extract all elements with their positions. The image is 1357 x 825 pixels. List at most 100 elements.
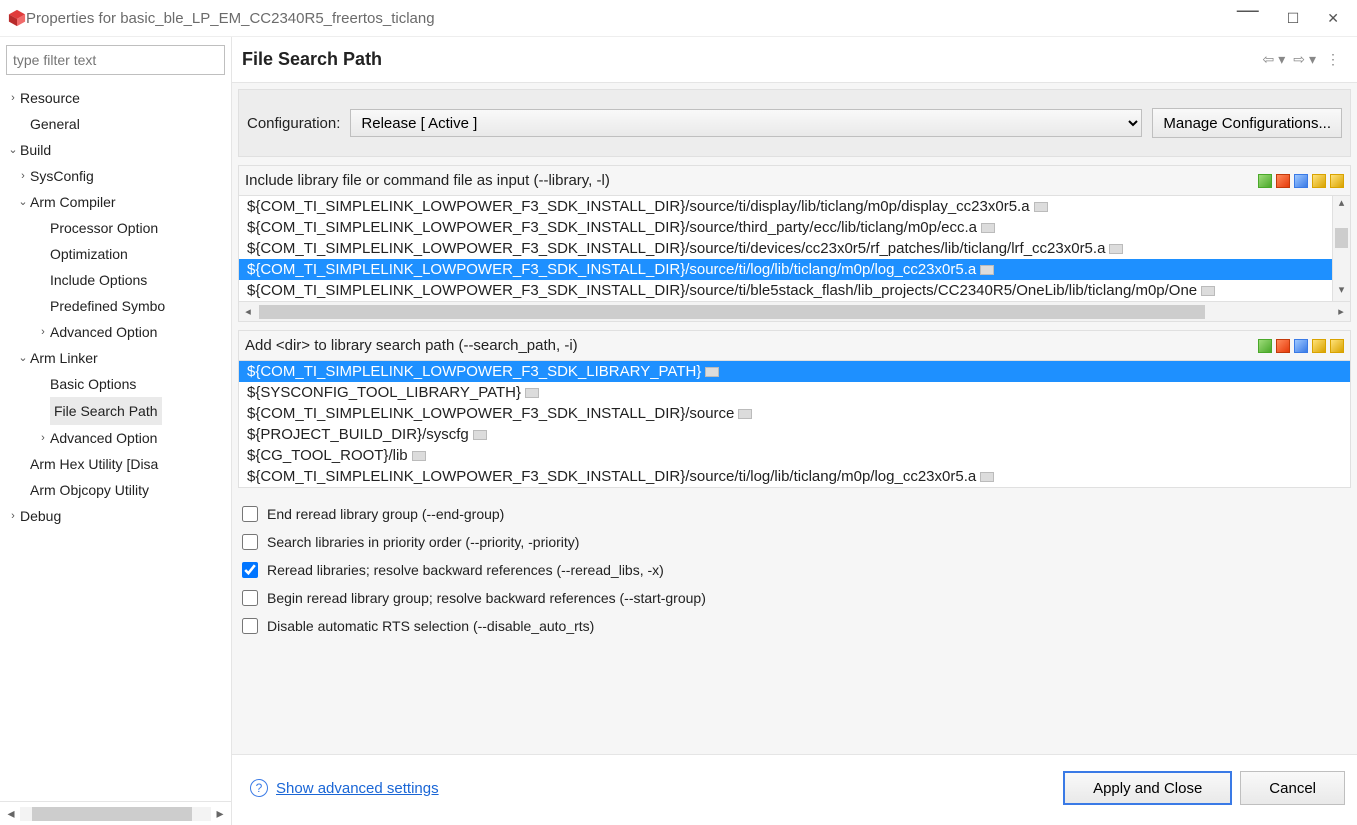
chevron-down-icon[interactable]: ⌄ [16, 189, 30, 215]
list-item[interactable]: ${COM_TI_SIMPLELINK_LOWPOWER_F3_SDK_INST… [239, 280, 1350, 301]
sidebar: ›Resource›General⌄Build›SysConfig⌄Arm Co… [0, 37, 232, 825]
configuration-select[interactable]: Release [ Active ] [350, 109, 1142, 137]
priority-input[interactable] [242, 534, 258, 550]
edit-icon[interactable] [1294, 339, 1308, 353]
tree-item[interactable]: ⌄Build [2, 137, 231, 163]
chevron-right-icon[interactable]: › [16, 163, 30, 189]
tree-item-label: Arm Compiler [30, 189, 116, 215]
list-item[interactable]: ${COM_TI_SIMPLELINK_LOWPOWER_F3_SDK_INST… [239, 217, 1350, 238]
tree-item-label: Advanced Option [50, 425, 157, 451]
nav-forward-dropdown-icon[interactable]: ▾ [1309, 51, 1316, 68]
window-title: Properties for basic_ble_LP_EM_CC2340R5_… [26, 10, 1237, 27]
list-item[interactable]: ${COM_TI_SIMPLELINK_LOWPOWER_F3_SDK_INST… [239, 259, 1350, 280]
library-section-label: Include library file or command file as … [245, 172, 1258, 189]
tree-item[interactable]: ›General [2, 111, 231, 137]
tree-item-label: General [30, 111, 80, 137]
scroll-up-icon[interactable]: ▴ [1333, 196, 1350, 214]
tree-item[interactable]: ›Resource [2, 85, 231, 111]
tree-item[interactable]: ›Include Options [2, 267, 231, 293]
tree-item[interactable]: ›Advanced Option [2, 425, 231, 451]
nav-back-icon[interactable]: ⇦ [1262, 51, 1274, 68]
tree-item[interactable]: ›Basic Options [2, 371, 231, 397]
list-item[interactable]: ${COM_TI_SIMPLELINK_LOWPOWER_F3_SDK_INST… [239, 238, 1350, 259]
nav-tree[interactable]: ›Resource›General⌄Build›SysConfig⌄Arm Co… [0, 83, 231, 801]
variable-badge-icon [980, 472, 994, 482]
apply-and-close-button[interactable]: Apply and Close [1063, 771, 1232, 805]
minimize-button[interactable]: — [1237, 6, 1259, 23]
variable-badge-icon [525, 388, 539, 398]
cancel-button[interactable]: Cancel [1240, 771, 1345, 805]
tree-item[interactable]: ⌄Arm Linker [2, 345, 231, 371]
tree-item-label: Resource [20, 85, 80, 111]
chevron-right-icon[interactable]: › [6, 503, 20, 529]
library-vscrollbar[interactable]: ▴ ▾ [1332, 196, 1350, 301]
list-item[interactable]: ${COM_TI_SIMPLELINK_LOWPOWER_F3_SDK_LIBR… [239, 361, 1350, 382]
scroll-left-icon[interactable]: ◂ [239, 305, 257, 318]
chevron-down-icon[interactable]: ⌄ [6, 137, 20, 163]
tree-item[interactable]: ›SysConfig [2, 163, 231, 189]
scroll-right-icon[interactable]: ▸ [213, 805, 227, 822]
delete-icon[interactable] [1276, 339, 1290, 353]
maximize-button[interactable]: ☐ [1287, 10, 1300, 27]
chevron-right-icon[interactable]: › [36, 425, 50, 451]
tree-item[interactable]: ⌄Arm Compiler [2, 189, 231, 215]
start-group-input[interactable] [242, 590, 258, 606]
tree-item[interactable]: ›Optimization [2, 241, 231, 267]
tree-item-label: Optimization [50, 241, 128, 267]
move-up-icon[interactable] [1312, 174, 1326, 188]
tree-item[interactable]: ›Processor Option [2, 215, 231, 241]
tree-item[interactable]: ›Debug [2, 503, 231, 529]
nav-back-dropdown-icon[interactable]: ▾ [1278, 51, 1285, 68]
show-advanced-link[interactable]: Show advanced settings [276, 780, 439, 797]
tree-item-label: Predefined Symbo [50, 293, 165, 319]
variable-badge-icon [738, 409, 752, 419]
end-group-input[interactable] [242, 506, 258, 522]
list-item[interactable]: ${COM_TI_SIMPLELINK_LOWPOWER_F3_SDK_INST… [239, 466, 1350, 487]
chevron-down-icon[interactable]: ⌄ [16, 345, 30, 371]
close-button[interactable]: ✕ [1327, 10, 1339, 27]
tree-item-label: Arm Hex Utility [Disa [30, 451, 158, 477]
move-down-icon[interactable] [1330, 339, 1344, 353]
tree-item[interactable]: ›File Search Path [2, 397, 231, 425]
list-item[interactable]: ${PROJECT_BUILD_DIR}/syscfg [239, 424, 1350, 445]
library-listbox[interactable]: ${COM_TI_SIMPLELINK_LOWPOWER_F3_SDK_INST… [239, 196, 1350, 301]
tree-item[interactable]: ›Advanced Option [2, 319, 231, 345]
edit-icon[interactable] [1294, 174, 1308, 188]
start-group-checkbox[interactable]: Begin reread library group; resolve back… [238, 584, 1351, 612]
delete-icon[interactable] [1276, 174, 1290, 188]
filter-input[interactable] [6, 45, 225, 75]
add-icon[interactable] [1258, 339, 1272, 353]
reread-input[interactable] [242, 562, 258, 578]
add-icon[interactable] [1258, 174, 1272, 188]
tree-item[interactable]: ›Arm Hex Utility [Disa [2, 451, 231, 477]
searchpath-section-label: Add <dir> to library search path (--sear… [245, 337, 1258, 354]
chevron-right-icon[interactable]: › [6, 85, 20, 111]
tree-item[interactable]: ›Predefined Symbo [2, 293, 231, 319]
manage-configurations-button[interactable]: Manage Configurations... [1152, 108, 1342, 138]
tree-item-label: Arm Linker [30, 345, 98, 371]
chevron-right-icon[interactable]: › [36, 319, 50, 345]
list-item[interactable]: ${SYSCONFIG_TOOL_LIBRARY_PATH} [239, 382, 1350, 403]
tree-item[interactable]: ›Arm Objcopy Utility [2, 477, 231, 503]
help-icon[interactable]: ? [250, 779, 268, 797]
scroll-right-icon[interactable]: ▸ [1332, 305, 1350, 318]
scroll-left-icon[interactable]: ◂ [4, 805, 18, 822]
move-down-icon[interactable] [1330, 174, 1344, 188]
list-item[interactable]: ${COM_TI_SIMPLELINK_LOWPOWER_F3_SDK_INST… [239, 196, 1350, 217]
scroll-down-icon[interactable]: ▾ [1333, 283, 1350, 301]
priority-checkbox[interactable]: Search libraries in priority order (--pr… [238, 528, 1351, 556]
list-item[interactable]: ${CG_TOOL_ROOT}/lib [239, 445, 1350, 466]
nav-forward-icon[interactable]: ⇨ [1293, 51, 1305, 68]
sidebar-hscrollbar[interactable]: ◂ ▸ [0, 801, 231, 825]
window-controls: — ☐ ✕ [1237, 10, 1339, 27]
nav-menu-icon[interactable]: ⋮ [1326, 51, 1341, 68]
end-group-checkbox[interactable]: End reread library group (--end-group) [238, 500, 1351, 528]
variable-badge-icon [1034, 202, 1048, 212]
library-hscrollbar[interactable]: ◂ ▸ [239, 301, 1350, 321]
disable-rts-input[interactable] [242, 618, 258, 634]
reread-checkbox[interactable]: Reread libraries; resolve backward refer… [238, 556, 1351, 584]
list-item[interactable]: ${COM_TI_SIMPLELINK_LOWPOWER_F3_SDK_INST… [239, 403, 1350, 424]
searchpath-listbox[interactable]: ${COM_TI_SIMPLELINK_LOWPOWER_F3_SDK_LIBR… [239, 361, 1350, 487]
move-up-icon[interactable] [1312, 339, 1326, 353]
disable-rts-checkbox[interactable]: Disable automatic RTS selection (--disab… [238, 612, 1351, 640]
